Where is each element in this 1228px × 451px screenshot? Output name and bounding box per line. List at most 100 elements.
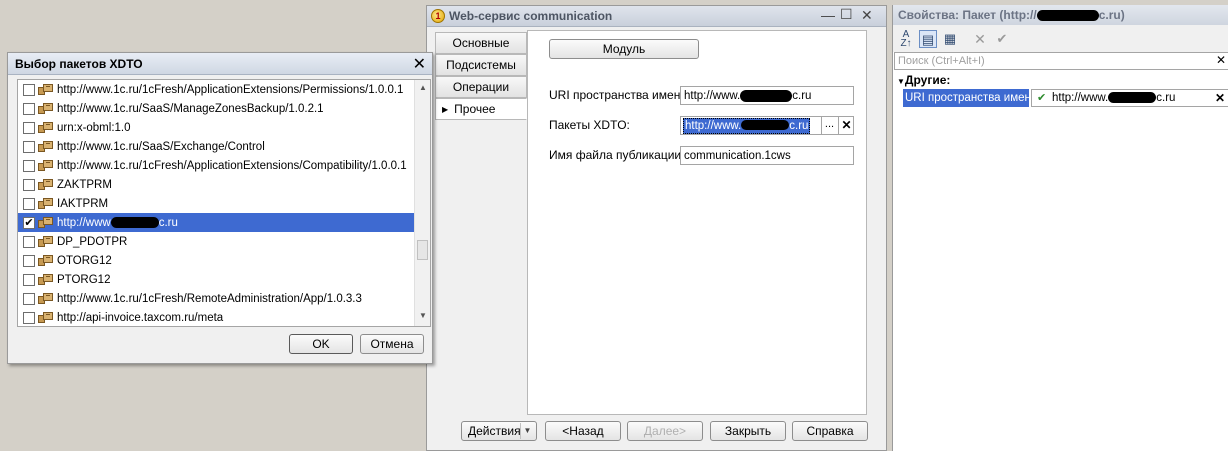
- props-toolbar: A Z↑ ▤ ▦ ✕ ✔: [893, 25, 1228, 52]
- list-item[interactable]: http://api-invoice.taxcom.ru/meta: [18, 308, 414, 326]
- packages-label: Пакеты XDTO:: [549, 118, 630, 132]
- next-label: Далее>: [643, 424, 687, 438]
- list-item[interactable]: urn:x-obml:1.0: [18, 118, 414, 137]
- filename-label: Имя файла публикации:: [549, 148, 685, 162]
- tab-other[interactable]: ▶ Прочее: [435, 98, 527, 120]
- uri-value-prefix: http://www.: [684, 89, 741, 102]
- back-button[interactable]: <Назад: [545, 421, 621, 441]
- package-checkbox[interactable]: [23, 254, 35, 267]
- property-row[interactable]: URI пространства имен ✔ http://www. c.ru …: [903, 89, 1228, 107]
- list-item[interactable]: DP_PDOTPR: [18, 232, 414, 251]
- filename-field[interactable]: communication.1cws: [680, 146, 854, 165]
- package-list[interactable]: http://www.1c.ru/1cFresh/ApplicationExte…: [17, 79, 431, 327]
- list-item[interactable]: IAKTPRM: [18, 194, 414, 213]
- tab-arrow-icon: ▶: [442, 104, 449, 114]
- package-label: http://www.1c.ru/1cFresh/ApplicationExte…: [57, 159, 407, 172]
- package-checkbox[interactable]: [23, 197, 35, 210]
- dropdown-arrow-icon: ▼: [520, 423, 534, 439]
- scroll-down-icon[interactable]: ▼: [415, 308, 430, 324]
- tab-label: Прочее: [454, 102, 496, 116]
- uri-value-suffix: c.ru: [792, 89, 812, 102]
- redaction-mask: [741, 120, 790, 131]
- ok-button[interactable]: OK: [289, 334, 353, 354]
- list-item[interactable]: http://www.1c.ru/1cFresh/ApplicationExte…: [18, 156, 414, 175]
- tab-subsystems[interactable]: Подсистемы: [435, 54, 527, 76]
- package-checkbox[interactable]: ✔: [23, 216, 35, 229]
- scroll-thumb[interactable]: [417, 240, 428, 260]
- props-titlebar[interactable]: Свойства: Пакет (http:// c.ru): [893, 5, 1228, 25]
- scrollbar[interactable]: ▲ ▼: [414, 80, 430, 326]
- property-value[interactable]: ✔ http://www. c.ru ✕: [1031, 89, 1228, 107]
- package-checkbox[interactable]: [23, 292, 35, 305]
- packages-value: http://www. c.ru: [683, 117, 811, 134]
- redaction-mask: [740, 89, 793, 102]
- check-icon[interactable]: ✔: [993, 30, 1011, 48]
- delete-icon[interactable]: ✕: [971, 30, 989, 48]
- uri-label: URI пространства имен:: [549, 88, 684, 102]
- packages-field[interactable]: http://www. c.ru ... ✕: [680, 116, 854, 135]
- package-icon: [38, 312, 53, 323]
- close-icon[interactable]: ✕: [861, 7, 873, 24]
- dialog-title: Выбор пакетов XDTO: [15, 57, 143, 71]
- tab-main[interactable]: Основные: [435, 32, 527, 54]
- list-item[interactable]: http://www.1c.ru/SaaS/ManageZonesBackup/…: [18, 99, 414, 118]
- ws-titlebar[interactable]: 1 Web-сервис communication — ☐ ✕: [427, 6, 886, 27]
- ok-label: OK: [312, 337, 330, 351]
- list-item[interactable]: OTORG12: [18, 251, 414, 270]
- package-checkbox[interactable]: [23, 235, 35, 248]
- close-button[interactable]: Закрыть: [710, 421, 786, 441]
- list-item[interactable]: ZAKTPRM: [18, 175, 414, 194]
- clear-icon[interactable]: ✕: [838, 117, 853, 134]
- cancel-button[interactable]: Отмена: [360, 334, 424, 354]
- package-checkbox[interactable]: [23, 159, 35, 172]
- redaction-mask: [110, 217, 159, 228]
- actions-label: Действия: [468, 424, 521, 438]
- close-icon[interactable]: ✕: [413, 54, 426, 74]
- sort-alpha-icon[interactable]: A Z↑: [897, 30, 915, 49]
- package-label-suffix: c.ru: [158, 216, 178, 229]
- clear-icon[interactable]: ✕: [1216, 52, 1226, 68]
- app-logo-icon: 1: [431, 9, 445, 23]
- package-label: http://www.1c.ru/SaaS/Exchange/Control: [57, 140, 265, 153]
- list-item[interactable]: PTORG12: [18, 270, 414, 289]
- list-item[interactable]: ✔ http://www c.ru: [18, 213, 414, 232]
- package-checkbox[interactable]: [23, 121, 35, 134]
- uri-field[interactable]: http://www. c.ru: [680, 86, 854, 105]
- clear-icon[interactable]: ✕: [1215, 90, 1225, 106]
- next-button[interactable]: Далее>: [627, 421, 703, 441]
- package-checkbox[interactable]: [23, 311, 35, 324]
- list-item[interactable]: http://www.1c.ru/1cFresh/RemoteAdministr…: [18, 289, 414, 308]
- scroll-up-icon[interactable]: ▲: [415, 80, 430, 96]
- package-checkbox[interactable]: [23, 178, 35, 191]
- list-item[interactable]: http://www.1c.ru/SaaS/Exchange/Control: [18, 137, 414, 156]
- module-button[interactable]: Модуль: [549, 39, 699, 59]
- package-label: http://www.1c.ru/1cFresh/RemoteAdministr…: [57, 292, 362, 305]
- package-label: PTORG12: [57, 273, 111, 286]
- package-label: DP_PDOTPR: [57, 235, 128, 248]
- tab-operations[interactable]: Операции: [435, 76, 527, 98]
- actions-button[interactable]: Действия ▼: [461, 421, 537, 441]
- property-value-prefix: http://www.: [1052, 92, 1109, 104]
- property-name: URI пространства имен: [903, 89, 1029, 107]
- dialog-titlebar[interactable]: Выбор пакетов XDTO ✕: [8, 53, 432, 75]
- package-checkbox[interactable]: [23, 140, 35, 153]
- group-other[interactable]: ▼Другие:: [897, 73, 950, 87]
- maximize-icon[interactable]: ☐: [840, 6, 853, 23]
- package-checkbox[interactable]: [23, 273, 35, 286]
- props-title-prefix: Свойства: Пакет (http://: [898, 8, 1037, 22]
- minimize-icon[interactable]: —: [821, 7, 835, 23]
- help-button[interactable]: Справка: [792, 421, 868, 441]
- props-title: Свойства: Пакет (http:// c.ru): [898, 8, 1125, 22]
- tab-label: Подсистемы: [446, 58, 516, 72]
- ellipsis-button[interactable]: ...: [821, 117, 837, 134]
- list-item[interactable]: http://www.1c.ru/1cFresh/ApplicationExte…: [18, 80, 414, 99]
- filename-value: communication.1cws: [684, 149, 791, 162]
- package-checkbox[interactable]: [23, 102, 35, 115]
- package-icon: [38, 84, 53, 95]
- props-search-input[interactable]: Поиск (Ctrl+Alt+I) ✕: [894, 52, 1228, 70]
- categories-icon[interactable]: ▤: [919, 30, 937, 48]
- package-icon: [38, 198, 53, 209]
- properties-list-icon[interactable]: ▦: [941, 30, 959, 48]
- package-checkbox[interactable]: [23, 83, 35, 96]
- xdto-package-dialog: Выбор пакетов XDTO ✕ http://www.1c.ru/1c…: [7, 52, 433, 364]
